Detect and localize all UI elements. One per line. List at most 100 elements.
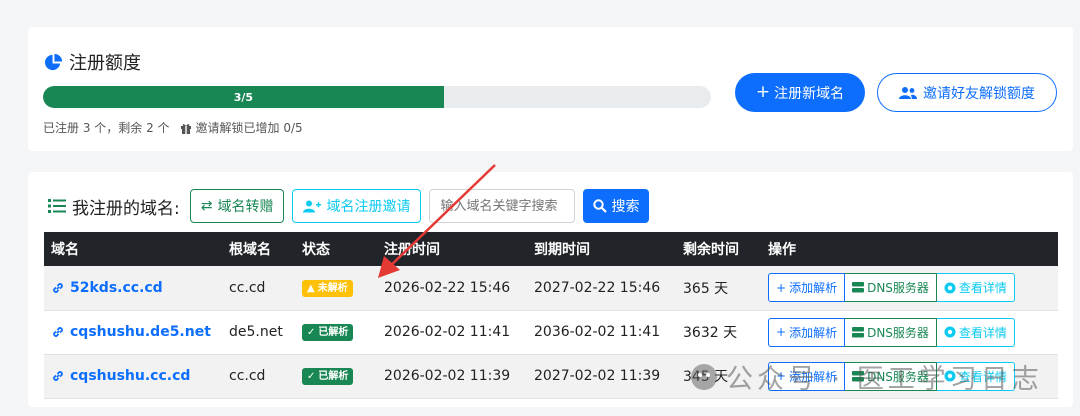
check-icon: ✓	[307, 327, 316, 338]
domain-cell: 52kds.cc.cd	[44, 266, 222, 311]
domain-link[interactable]: cqshushu.de5.net	[51, 324, 215, 340]
gift-icon	[180, 123, 191, 134]
remaining-time-cell: 365 天	[676, 266, 761, 311]
domains-title: 我注册的域名:	[72, 198, 180, 219]
search-button[interactable]: 搜索	[583, 189, 650, 223]
domain-link[interactable]: cqshushu.cc.cd	[51, 368, 215, 384]
invite-friends-button[interactable]: 邀请好友解锁额度	[877, 73, 1057, 112]
plus-icon: +	[776, 280, 787, 295]
action-button-group: + 添加解析 DNS服务器 查看详情	[768, 273, 1051, 303]
remaining-time-cell: 3632 天	[676, 310, 761, 355]
status-cell: ▲ 未解析	[295, 266, 377, 311]
registered-time-cell: 2026-02-22 15:46	[377, 266, 527, 311]
status-badge: ✓ 已解析	[302, 368, 354, 385]
pie-chart-icon	[45, 53, 63, 70]
eye-icon	[944, 326, 956, 338]
register-new-domain-label: 注册新域名	[774, 85, 845, 102]
dns-server-label: DNS服务器	[867, 325, 929, 340]
action-button-group: + 添加解析 DNS服务器 查看详情	[768, 317, 1051, 347]
invite-summary-text: 邀请解锁已增加 0/5	[195, 121, 303, 135]
view-details-label: 查看详情	[958, 281, 1007, 296]
status-badge-label: 已解析	[318, 371, 349, 382]
domain-invite-register-label: 域名注册邀请	[326, 199, 411, 215]
domain-name: cqshushu.de5.net	[70, 324, 211, 340]
user-plus-icon	[303, 200, 322, 212]
check-icon: ✓	[307, 371, 316, 382]
dns-server-label: DNS服务器	[867, 281, 929, 296]
column-header-registered: 注册时间	[377, 232, 527, 266]
quota-progress-fill: 3/5	[43, 86, 444, 108]
watermark: 公众号 · 医工学习日志	[690, 357, 1043, 396]
table-row: 52kds.cc.cd cc.cd ▲ 未解析 2026-02-22 15:46 2027…	[44, 266, 1058, 311]
table-row: cqshushu.de5.net de5.net ✓ 已解析 2026-02-02 11…	[44, 310, 1058, 355]
view-details-button[interactable]: 查看详情	[936, 273, 1015, 303]
domain-cell: cqshushu.cc.cd	[44, 354, 222, 399]
status-badge: ▲ 未解析	[302, 279, 353, 297]
expires-time-cell: 2027-02-22 15:46	[527, 266, 676, 311]
domain-name: cqshushu.cc.cd	[70, 368, 191, 384]
domain-name: 52kds.cc.cd	[70, 279, 163, 296]
column-header-status: 状态	[295, 232, 377, 266]
registered-time-cell: 2026-02-02 11:39	[377, 354, 527, 399]
domain-transfer-label: 域名转赠	[217, 199, 274, 215]
plus-icon: +	[776, 325, 787, 339]
add-record-label: 添加解析	[789, 325, 838, 340]
column-header-domain: 域名	[44, 232, 222, 266]
status-cell: ✓ 已解析	[295, 310, 377, 355]
list-icon	[48, 199, 66, 213]
domain-search-input[interactable]	[429, 189, 576, 223]
quota-card: 注册额度 3/5 已注册 3 个，剩余 2 个 邀请解锁已增加 0/5 + 注册…	[28, 27, 1073, 151]
expires-time-cell: 2027-02-02 11:39	[527, 354, 676, 399]
root-domain-cell: cc.cd	[222, 354, 295, 399]
wechat-logo-icon	[691, 363, 717, 390]
link-icon	[53, 282, 63, 293]
users-icon	[899, 86, 917, 99]
quota-heading: 注册额度	[44, 49, 141, 75]
view-details-button[interactable]: 查看详情	[936, 317, 1015, 347]
domain-invite-register-button[interactable]: 域名注册邀请	[292, 189, 422, 223]
domains-toolbar: 我注册的域名: ⇄ 域名转赠 域名注册邀请 搜索	[48, 188, 650, 224]
quota-summary-text: 已注册 3 个，剩余 2 个	[43, 121, 170, 135]
search-button-label: 搜索	[611, 199, 640, 215]
table-header-row: 域名 根域名 状态 注册时间 到期时间 剩余时间 操作	[44, 232, 1058, 266]
root-domain-cell: de5.net	[222, 310, 295, 355]
status-cell: ✓ 已解析	[295, 354, 377, 399]
invite-friends-label: 邀请好友解锁额度	[923, 85, 1035, 102]
domain-link[interactable]: 52kds.cc.cd	[51, 280, 215, 296]
domain-cell: cqshushu.de5.net	[44, 310, 222, 355]
column-header-expires: 到期时间	[527, 232, 676, 266]
server-icon	[852, 326, 865, 337]
registered-time-cell: 2026-02-02 11:41	[377, 310, 527, 355]
view-details-label: 查看详情	[958, 325, 1007, 340]
quota-progress-bar: 3/5	[43, 86, 711, 108]
domain-transfer-button[interactable]: ⇄ 域名转赠	[189, 189, 285, 223]
plus-icon: +	[755, 82, 771, 102]
eye-icon	[944, 282, 956, 294]
domains-heading: 我注册的域名:	[48, 194, 180, 219]
column-header-actions: 操作	[761, 232, 1058, 266]
link-icon	[53, 371, 63, 381]
quota-summary: 已注册 3 个，剩余 2 个 邀请解锁已增加 0/5	[43, 119, 303, 136]
swap-icon: ⇄	[200, 198, 213, 214]
column-header-remaining: 剩余时间	[676, 232, 761, 266]
dns-server-button[interactable]: DNS服务器	[845, 317, 937, 347]
expires-time-cell: 2036-02-02 11:41	[527, 310, 676, 355]
quota-progress-label: 3/5	[233, 90, 254, 104]
quota-title: 注册额度	[69, 53, 141, 74]
column-header-root: 根域名	[222, 232, 295, 266]
link-icon	[53, 327, 63, 337]
status-badge: ✓ 已解析	[302, 324, 354, 341]
add-record-button[interactable]: + 添加解析	[768, 273, 846, 303]
actions-cell: + 添加解析 DNS服务器 查看详情	[761, 310, 1058, 355]
dns-server-button[interactable]: DNS服务器	[845, 273, 937, 303]
root-domain-cell: cc.cd	[222, 266, 295, 311]
search-icon	[593, 199, 608, 213]
actions-cell: + 添加解析 DNS服务器 查看详情	[761, 266, 1058, 311]
server-icon	[852, 282, 865, 293]
status-badge-label: 已解析	[318, 327, 349, 338]
add-record-label: 添加解析	[789, 281, 838, 296]
register-new-domain-button[interactable]: + 注册新域名	[735, 73, 865, 112]
watermark-text: 公众号 · 医工学习日志	[726, 364, 1043, 395]
warning-icon: ▲	[307, 282, 315, 294]
add-record-button[interactable]: + 添加解析	[768, 317, 846, 347]
